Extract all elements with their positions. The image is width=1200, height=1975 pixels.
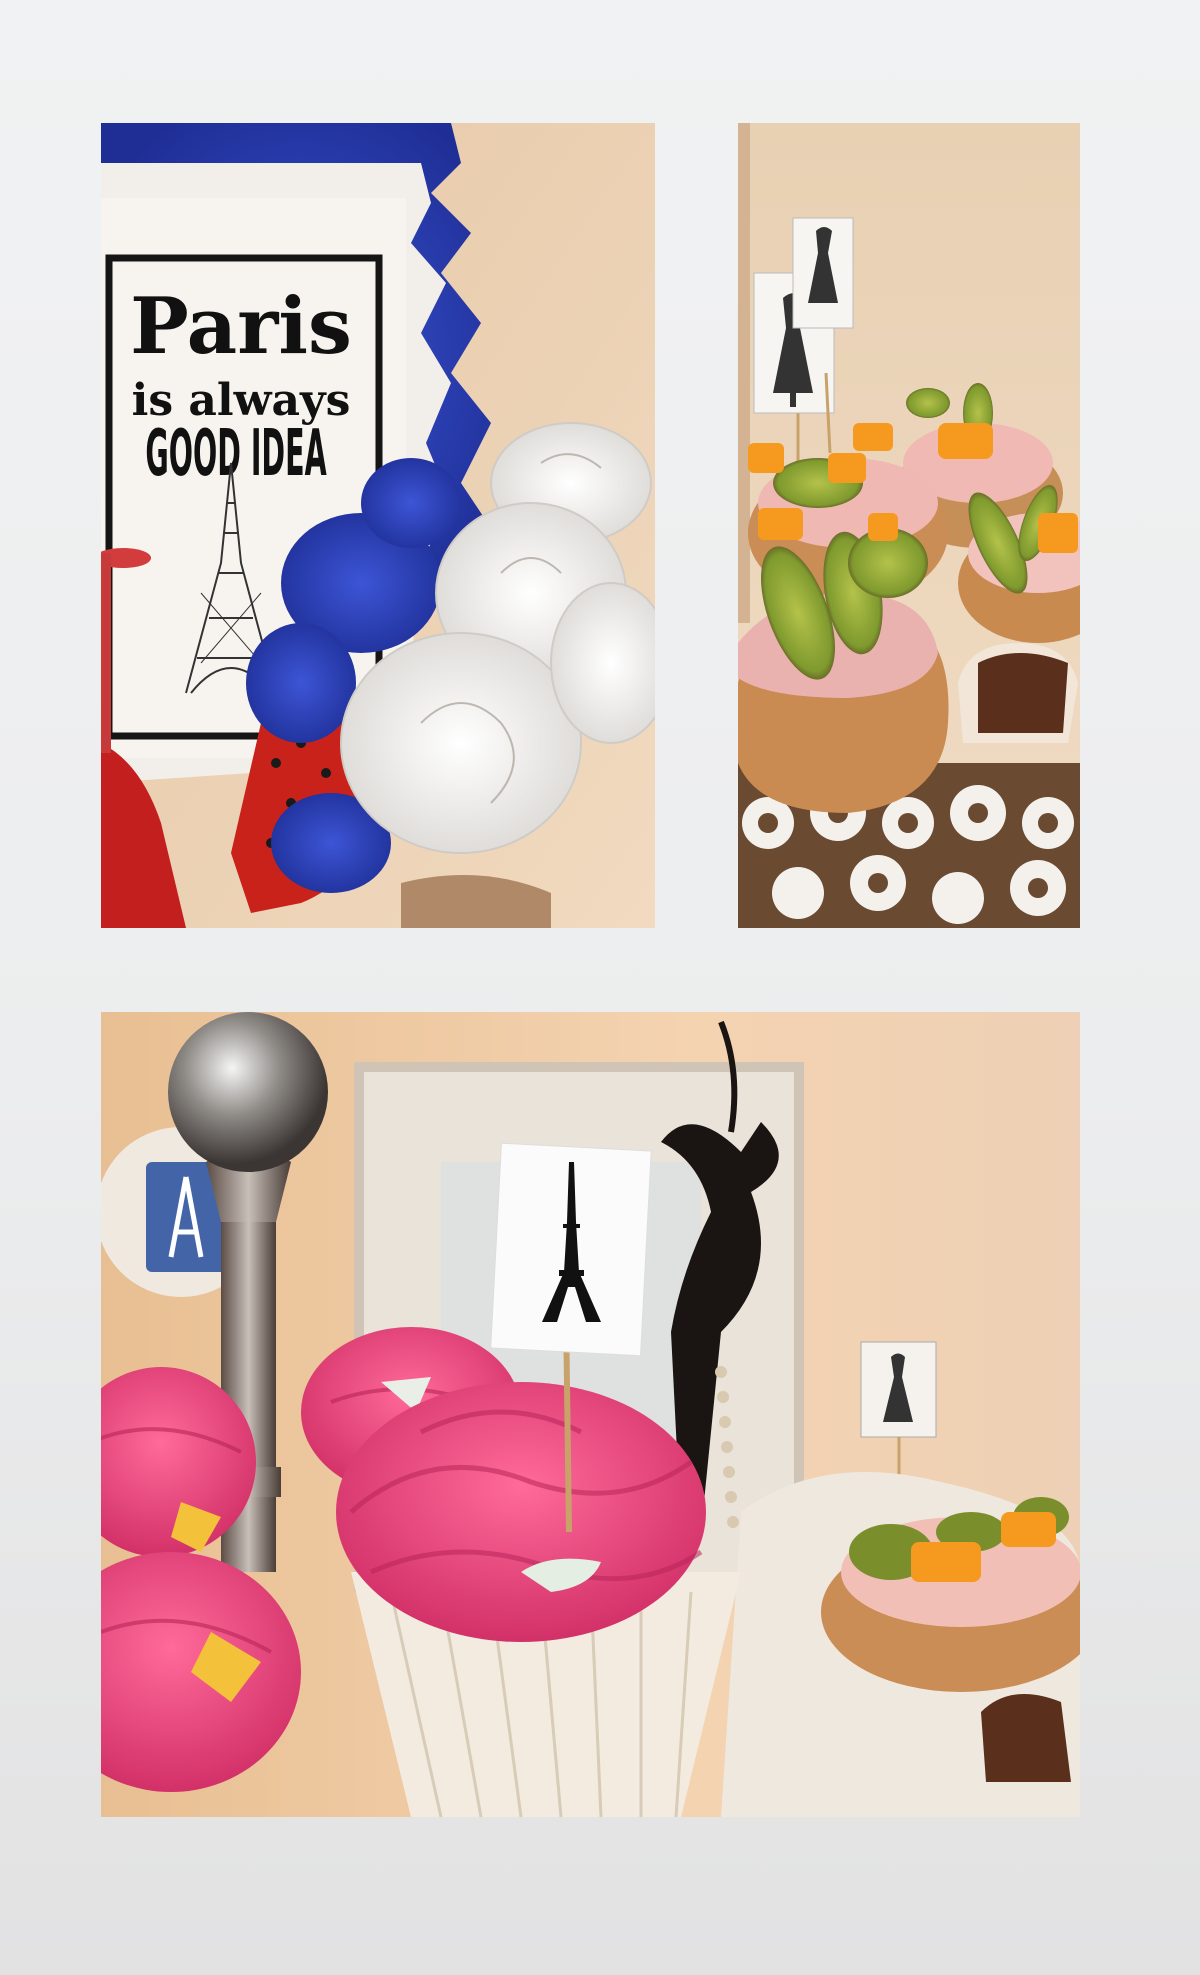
sign-title: Paris bbox=[130, 281, 352, 372]
photo-collage: Paris is always GOOD IDEA bbox=[0, 0, 1200, 1975]
photo-paris-sign-image: Paris is always GOOD IDEA bbox=[101, 123, 655, 928]
photo-pink-cupcakes bbox=[101, 1012, 1080, 1817]
sign-tagline: GOOD IDEA bbox=[145, 416, 327, 491]
photo-pink-cupcakes-image bbox=[101, 1012, 1080, 1817]
photo-fruit-tartlets bbox=[738, 123, 1080, 928]
photo-paris-sign: Paris is always GOOD IDEA bbox=[101, 123, 655, 928]
photo-fruit-tartlets-image bbox=[738, 123, 1080, 928]
